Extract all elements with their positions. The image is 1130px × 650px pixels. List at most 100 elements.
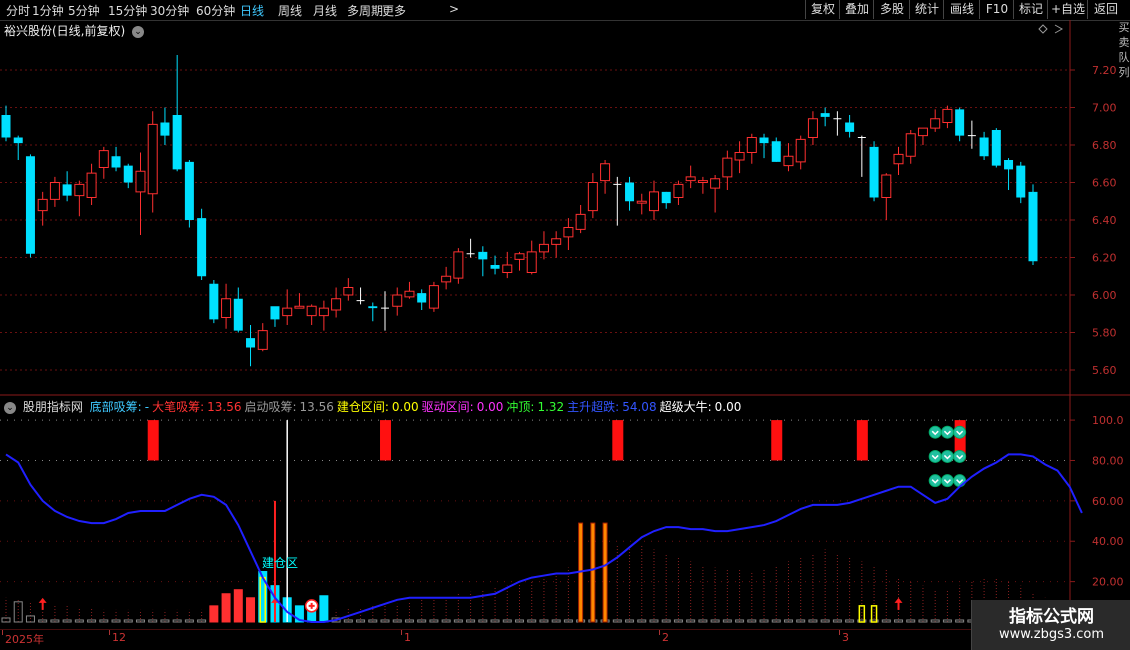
candle-body[interactable] xyxy=(587,182,598,212)
candle-body[interactable] xyxy=(147,123,158,195)
candle-body[interactable] xyxy=(428,285,439,309)
collapse-icon[interactable] xyxy=(1054,24,1064,34)
candle-body[interactable] xyxy=(62,184,72,196)
candle-body[interactable] xyxy=(282,307,293,317)
candle-body[interactable] xyxy=(685,176,696,182)
chevron-down-icon[interactable]: ⌄ xyxy=(4,401,16,414)
candle-body[interactable] xyxy=(294,305,305,309)
candle-body[interactable] xyxy=(490,265,500,269)
candle-body[interactable] xyxy=(783,155,794,167)
candle-body[interactable] xyxy=(98,150,109,168)
candle-body[interactable] xyxy=(318,307,329,317)
candle-body[interactable] xyxy=(845,122,855,132)
candle-body[interactable] xyxy=(526,251,537,273)
candle-body[interactable] xyxy=(795,138,806,163)
candle-body[interactable] xyxy=(759,137,769,144)
candle-body[interactable] xyxy=(37,198,48,212)
candle-body[interactable] xyxy=(979,137,989,157)
candle-body[interactable] xyxy=(49,182,60,200)
x-axis-label: 2 xyxy=(662,631,669,644)
x-axis-label: 12 xyxy=(112,631,126,644)
price-axis-label: 6.20 xyxy=(1092,252,1117,265)
candle-body[interactable] xyxy=(807,118,818,138)
indicator-bar xyxy=(930,619,940,623)
candle-body[interactable] xyxy=(661,191,671,204)
candle-body[interactable] xyxy=(184,161,194,220)
watermark-title: 指标公式网 xyxy=(1009,607,1094,627)
param-value: 54.08 xyxy=(622,400,657,414)
candle-body[interactable] xyxy=(331,298,342,311)
candle-body[interactable] xyxy=(991,130,1001,166)
candle-body[interactable] xyxy=(869,146,879,198)
candle-body[interactable] xyxy=(478,251,488,260)
candle-body[interactable] xyxy=(502,264,513,273)
x-axis: 2025年 12 1 2 3 xyxy=(0,630,1070,650)
candle-body[interactable] xyxy=(270,306,280,320)
candle-body[interactable] xyxy=(1004,160,1014,170)
candle-body[interactable] xyxy=(172,115,182,170)
candle-body[interactable] xyxy=(123,165,133,183)
candle-body[interactable] xyxy=(25,156,35,254)
indicator-bar xyxy=(820,619,830,623)
candle-body[interactable] xyxy=(636,200,647,204)
candle-body[interactable] xyxy=(453,251,464,279)
diamond-icon[interactable] xyxy=(1038,24,1048,34)
candle-body[interactable] xyxy=(538,243,549,253)
indicator-bar xyxy=(38,619,48,623)
candle-body[interactable] xyxy=(1016,165,1026,198)
candle-body[interactable] xyxy=(86,172,97,198)
candle-body[interactable] xyxy=(441,275,452,283)
candle-body[interactable] xyxy=(1,115,11,138)
candle-body[interactable] xyxy=(343,287,354,296)
chevron-down-icon xyxy=(940,425,954,439)
candle-body[interactable] xyxy=(746,137,757,153)
candle-body[interactable] xyxy=(233,298,243,331)
indicator-bar xyxy=(197,619,207,623)
candle-body[interactable] xyxy=(74,183,85,197)
x-axis-label: 2025年 xyxy=(5,633,44,646)
candle-body[interactable] xyxy=(893,153,904,165)
side-panel-tab[interactable]: 买卖队列 xyxy=(1118,20,1130,630)
candle-body[interactable] xyxy=(673,183,684,198)
candle-body[interactable] xyxy=(710,178,721,189)
indicator-bar xyxy=(135,619,145,623)
candle-body[interactable] xyxy=(417,293,427,303)
candle-body[interactable] xyxy=(881,174,892,198)
candle-body[interactable] xyxy=(917,127,928,137)
candle-body[interactable] xyxy=(13,137,23,144)
candle-body[interactable] xyxy=(734,152,745,161)
candle-body[interactable] xyxy=(563,227,574,238)
candle-body[interactable] xyxy=(404,290,415,298)
candle-body[interactable] xyxy=(1028,191,1038,262)
candle-body[interactable] xyxy=(257,330,268,350)
candle-body[interactable] xyxy=(575,213,586,230)
indicator-bar xyxy=(845,619,855,623)
candlestick-chart[interactable]: 7.207.006.806.606.406.206.005.805.60100.… xyxy=(0,0,1130,630)
candle-body[interactable] xyxy=(771,141,781,162)
candle-body[interactable] xyxy=(111,156,121,168)
candle-body[interactable] xyxy=(135,170,146,193)
candle-body[interactable] xyxy=(600,163,611,182)
candle-body[interactable] xyxy=(246,338,256,348)
candle-body[interactable] xyxy=(942,108,953,123)
candle-body[interactable] xyxy=(221,298,232,318)
side-tab-char: 队 xyxy=(1118,51,1130,64)
candle-body[interactable] xyxy=(722,157,733,178)
candle-body[interactable] xyxy=(160,122,170,136)
candle-body[interactable] xyxy=(955,109,965,136)
param-value: 13.56 xyxy=(207,400,242,414)
candle-body[interactable] xyxy=(625,182,635,202)
candle-body[interactable] xyxy=(514,253,525,260)
indicator-bar xyxy=(502,619,512,623)
candle-body[interactable] xyxy=(197,218,207,277)
candle-body[interactable] xyxy=(306,305,317,317)
candle-body[interactable] xyxy=(368,306,378,309)
candle-body[interactable] xyxy=(392,294,403,307)
candle-body[interactable] xyxy=(551,238,562,245)
candle-body[interactable] xyxy=(697,180,708,183)
candle-body[interactable] xyxy=(209,283,219,320)
candle-body[interactable] xyxy=(930,118,941,129)
candle-body[interactable] xyxy=(648,191,659,212)
candle-body[interactable] xyxy=(905,133,916,157)
candle-body[interactable] xyxy=(820,113,830,117)
